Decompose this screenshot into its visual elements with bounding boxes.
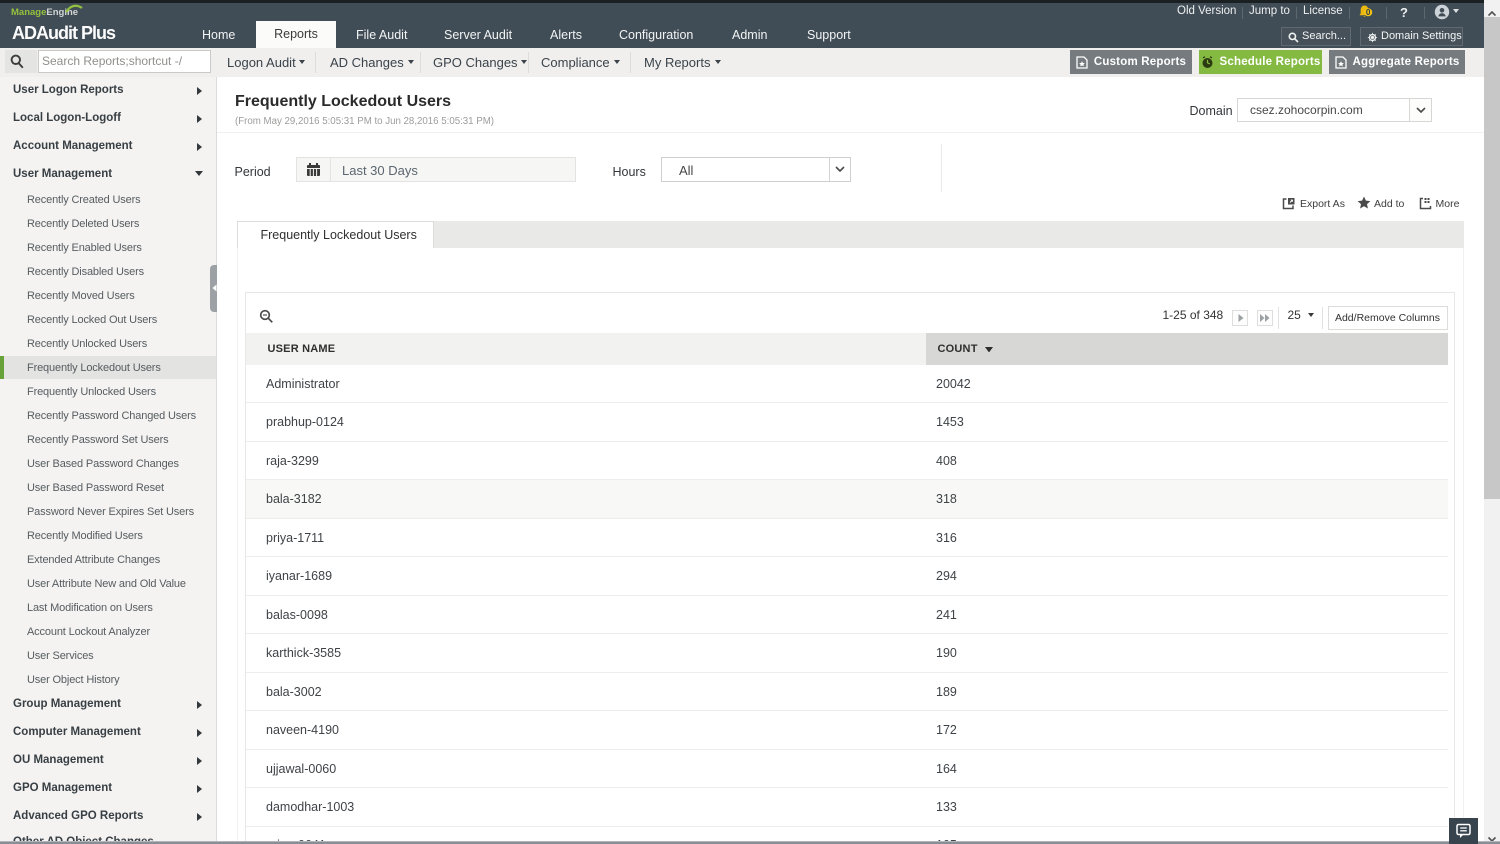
svg-text:0: 0 bbox=[1366, 8, 1371, 17]
